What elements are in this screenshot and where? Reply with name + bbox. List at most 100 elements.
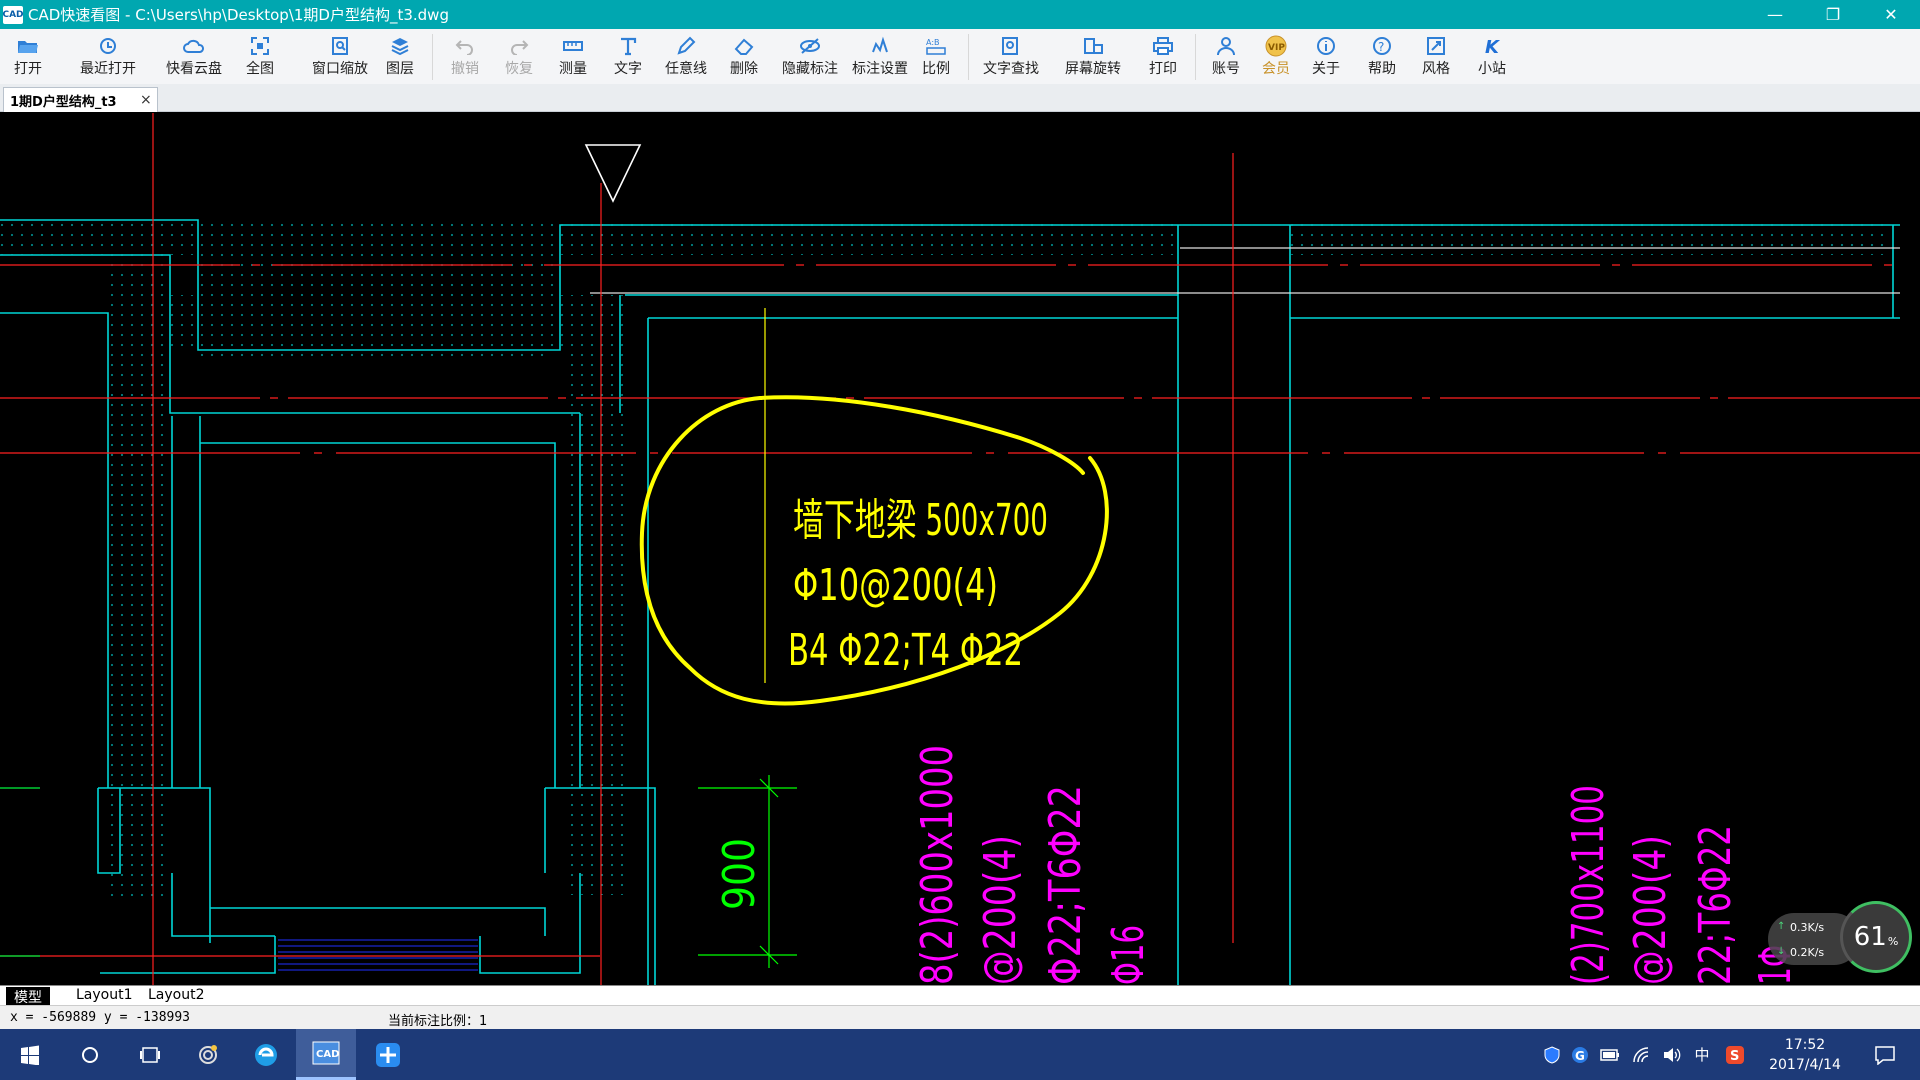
toolbar: 打开 最近打开 快看云盘 全图 窗口缩放 图层 撤销 恢复 测量 文字 任意线 … bbox=[0, 29, 1920, 84]
text-search-icon bbox=[999, 35, 1023, 57]
security-shield-icon[interactable] bbox=[1538, 1029, 1566, 1080]
tab-close-icon[interactable]: × bbox=[140, 92, 152, 108]
cloud-disk-button[interactable]: 快看云盘 bbox=[164, 29, 224, 84]
site-button[interactable]: K 小站 bbox=[1474, 29, 1510, 84]
fit-all-button[interactable]: 全图 bbox=[242, 29, 278, 84]
start-button[interactable] bbox=[0, 1029, 60, 1080]
help-icon: ? bbox=[1370, 35, 1394, 57]
measure-icon bbox=[561, 35, 585, 57]
network-speed-widget[interactable]: ↑ 0.3K/s ↓ 0.2K/s 61% bbox=[1768, 901, 1912, 977]
beam-label-right-1: (2)700x1100 bbox=[1563, 785, 1614, 985]
magenta-beam-labels: 8(2)600x1000 @200(4) Φ22;T6Φ22 Φ16 (2)70… bbox=[912, 745, 1801, 985]
toolbar-separator bbox=[1195, 34, 1196, 80]
restore-button[interactable]: ❐ bbox=[1804, 0, 1862, 29]
svg-text:?: ? bbox=[1378, 40, 1384, 54]
tab-document-label: 1期D户型结构_t3 bbox=[10, 94, 117, 110]
delete-button[interactable]: 删除 bbox=[726, 29, 762, 84]
status-bar: x = -569889 y = -138993 当前标注比例：1 bbox=[0, 1005, 1920, 1029]
undo-icon bbox=[453, 35, 477, 57]
toolbar-separator bbox=[432, 34, 433, 80]
redo-button[interactable]: 恢复 bbox=[501, 29, 537, 84]
clock-time: 17:52 bbox=[1784, 1037, 1826, 1053]
window-title: CAD快速看图 - C:\Users\hp\Desktop\1期D户型结构_t3… bbox=[28, 6, 449, 24]
open-button[interactable]: 打开 bbox=[10, 29, 46, 84]
close-button[interactable]: ✕ bbox=[1862, 0, 1920, 29]
svg-text:G: G bbox=[1575, 1049, 1585, 1063]
browser-icon[interactable] bbox=[236, 1029, 296, 1080]
style-icon bbox=[1424, 35, 1448, 57]
taskbar-clock[interactable]: 17:52 2017/4/14 bbox=[1750, 1035, 1860, 1075]
info-icon bbox=[1314, 35, 1338, 57]
toolbar-separator bbox=[968, 34, 969, 80]
remote-app-icon[interactable] bbox=[358, 1029, 418, 1080]
app-icon: CAD bbox=[2, 5, 24, 24]
clock-history-icon bbox=[96, 35, 120, 57]
wifi-icon[interactable] bbox=[1628, 1029, 1656, 1080]
text-button[interactable]: 文字 bbox=[610, 29, 646, 84]
eye-hide-icon bbox=[798, 35, 822, 57]
blue-hatch bbox=[278, 939, 478, 971]
cloud-icon bbox=[182, 35, 206, 57]
zoom-window-button[interactable]: 窗口缩放 bbox=[310, 29, 370, 84]
style-button[interactable]: 风格 bbox=[1418, 29, 1454, 84]
dimension-900: 900 bbox=[698, 775, 797, 968]
sogou-input-icon[interactable]: S bbox=[1720, 1029, 1750, 1080]
app-spiral-icon[interactable] bbox=[178, 1029, 238, 1080]
minimize-button[interactable]: — bbox=[1746, 0, 1804, 29]
green-marks bbox=[0, 787, 40, 957]
scale-icon: A:B bbox=[924, 35, 948, 57]
zoom-window-icon bbox=[328, 35, 352, 57]
annotation-settings-button[interactable]: 标注设置 bbox=[850, 29, 910, 84]
cad-viewer-taskbar-icon[interactable]: CAD bbox=[296, 1029, 356, 1080]
dimension-text: 900 bbox=[714, 838, 765, 910]
print-button[interactable]: 打印 bbox=[1145, 29, 1181, 84]
tab-layout2[interactable]: Layout2 bbox=[140, 987, 213, 1005]
hide-annotation-button[interactable]: 隐藏标注 bbox=[780, 29, 840, 84]
measure-button[interactable]: 测量 bbox=[555, 29, 591, 84]
battery-icon[interactable] bbox=[1596, 1029, 1624, 1080]
rotate-screen-icon bbox=[1081, 35, 1105, 57]
beam-label-left-4: Φ16 bbox=[1103, 925, 1154, 985]
site-icon: K bbox=[1480, 35, 1504, 57]
help-button[interactable]: ? 帮助 bbox=[1364, 29, 1400, 84]
download-speed: 0.2K/s bbox=[1790, 946, 1825, 959]
beam-label-right-2: @200(4) bbox=[1625, 835, 1676, 985]
clock-date: 2017/4/14 bbox=[1769, 1057, 1841, 1073]
scale-button[interactable]: A:B 比例 bbox=[918, 29, 954, 84]
account-button[interactable]: 账号 bbox=[1208, 29, 1244, 84]
annotation-line1: 墙下地梁 500x700 bbox=[793, 495, 1048, 546]
volume-icon[interactable] bbox=[1658, 1029, 1686, 1080]
recent-open-button[interactable]: 最近打开 bbox=[78, 29, 138, 84]
tab-strip: 1期D户型结构_t3 × bbox=[0, 84, 1920, 112]
text-search-button[interactable]: 文字查找 bbox=[981, 29, 1041, 84]
taskbar: CAD G 中 S 17:52 2017/4/14 bbox=[0, 1029, 1920, 1080]
vip-icon: VIP bbox=[1264, 35, 1288, 57]
tab-layout1[interactable]: Layout1 bbox=[68, 987, 141, 1005]
rotate-screen-button[interactable]: 屏幕旋转 bbox=[1063, 29, 1123, 84]
task-view-icon[interactable] bbox=[120, 1029, 180, 1080]
eraser-icon bbox=[732, 35, 756, 57]
svg-text:A:B: A:B bbox=[926, 38, 940, 47]
search-icon[interactable] bbox=[60, 1029, 120, 1080]
tab-model[interactable]: 模型 bbox=[6, 987, 50, 1006]
beam-label-right-3: 22;T6Φ22 bbox=[1690, 825, 1741, 985]
notification-icon[interactable] bbox=[1860, 1029, 1910, 1080]
layers-button[interactable]: 图层 bbox=[382, 29, 418, 84]
svg-text:VIP: VIP bbox=[1268, 43, 1285, 53]
text-icon bbox=[616, 35, 640, 57]
vip-button[interactable]: VIP 会员 bbox=[1258, 29, 1294, 84]
google-icon[interactable]: G bbox=[1566, 1029, 1594, 1080]
tab-document[interactable]: 1期D户型结构_t3 × bbox=[3, 87, 158, 112]
layers-icon bbox=[388, 35, 412, 57]
drawing-canvas[interactable]: 墙下地梁 500x700 Φ10@200(4) B4 Φ22;T4 Φ22 90… bbox=[0, 113, 1920, 985]
annotation-line2: Φ10@200(4) bbox=[793, 560, 998, 611]
beam-label-left-3: Φ22;T6Φ22 bbox=[1040, 785, 1091, 985]
upload-arrow-icon: ↑ bbox=[1777, 921, 1786, 932]
ime-indicator[interactable]: 中 bbox=[1688, 1029, 1716, 1080]
svg-text:S: S bbox=[1730, 1049, 1739, 1064]
upload-speed: 0.3K/s bbox=[1790, 921, 1825, 934]
undo-button[interactable]: 撤销 bbox=[447, 29, 483, 84]
title-bar: CAD CAD快速看图 - C:\Users\hp\Desktop\1期D户型结… bbox=[0, 0, 1920, 29]
freehand-line-button[interactable]: 任意线 bbox=[662, 29, 710, 84]
about-button[interactable]: 关于 bbox=[1308, 29, 1344, 84]
